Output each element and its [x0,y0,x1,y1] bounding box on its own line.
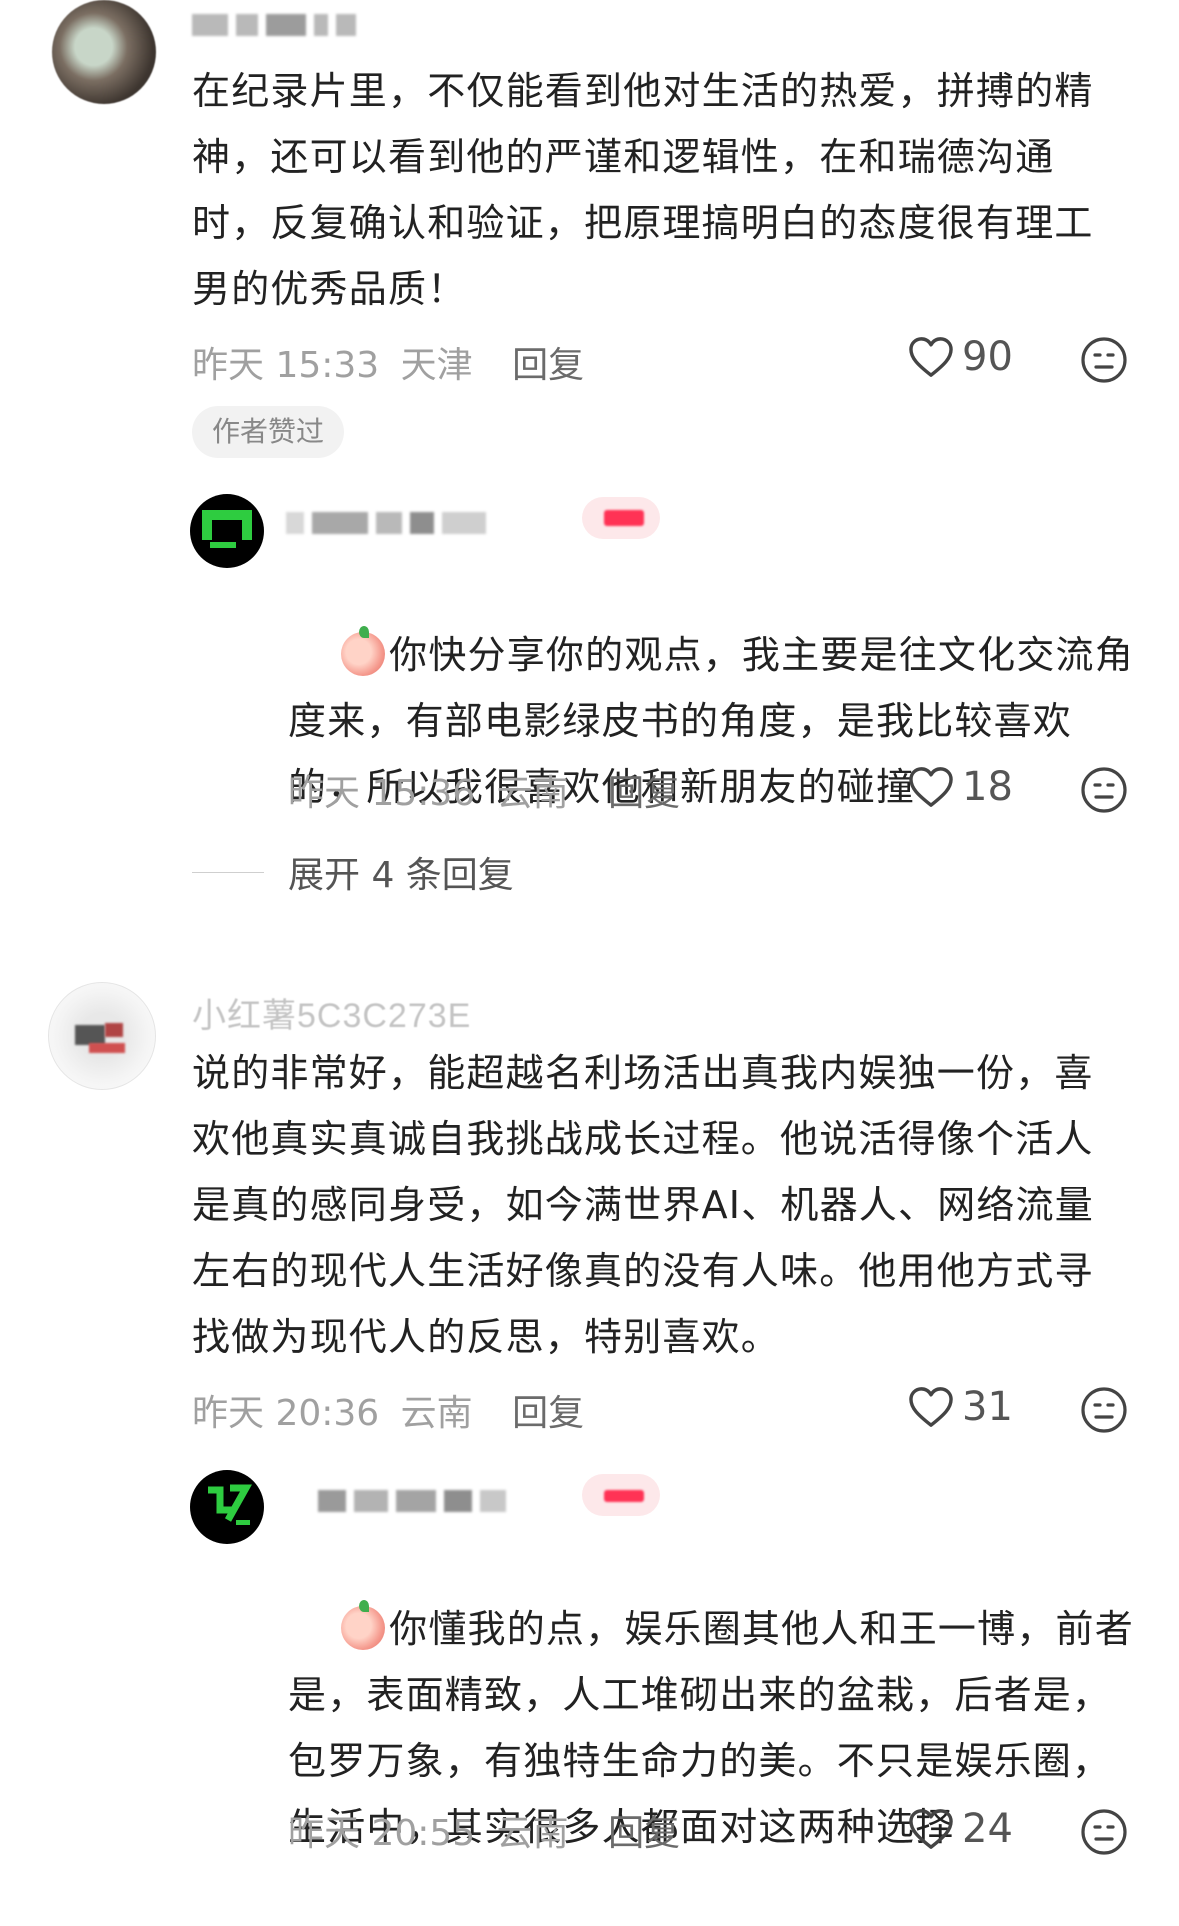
author-avatar-logo [208,1484,252,1525]
heart-outline-icon [909,1387,953,1427]
author-tag [582,497,660,539]
peach-emoji-icon [341,1600,386,1650]
neutral-face-icon[interactable] [1080,1386,1128,1434]
author-nickname-blurred[interactable] [318,1490,514,1512]
comment-meta: 昨天 15:33 天津 回复 [192,336,584,388]
like-count: 31 [962,1384,1013,1430]
comment-time: 昨天 15:33 [192,345,380,386]
expand-replies-button[interactable]: 展开 4 条回复 [192,846,514,898]
like-count: 24 [962,1806,1013,1852]
comment-time: 昨天 20:36 [192,1393,380,1434]
comment-text[interactable]: 说的非常好，能超越名利场活出真我内娱独一份，喜欢他真实真诚自我挑战成长过程。他说… [192,1040,1132,1370]
nickname-blurred[interactable] [192,14,364,36]
reply-location: 云南 [496,773,569,814]
author-avatar[interactable] [190,1470,264,1544]
like-button[interactable]: 90 [908,334,1013,380]
author-avatar[interactable] [190,494,264,568]
like-button[interactable]: 24 [908,1806,1013,1852]
avatar[interactable] [52,0,156,104]
avatar[interactable] [48,982,156,1090]
like-button[interactable]: 31 [908,1384,1013,1430]
expand-replies-label: 展开 4 条回复 [288,855,514,896]
neutral-face-icon[interactable] [1080,766,1128,814]
author-avatar-logo [202,510,252,548]
comment-location: 天津 [400,345,473,386]
comment-location: 云南 [400,1393,473,1434]
comment-1: 在纪录片里，不仅能看到他对生活的热爱，拼搏的精神，还可以看到他的严谨和逻辑性，在… [0,0,1179,814]
divider-line [192,871,264,873]
nickname[interactable]: 小红薯5C3C273E [192,988,471,1037]
reply-button[interactable]: 回复 [512,1393,584,1434]
like-count: 18 [962,764,1013,810]
heart-outline-icon [909,337,953,377]
author-reply-text[interactable]: 你快分享你的观点，我主要是往文化交流角度来，有部电影绿皮书的角度，是我比较喜欢的… [288,556,1134,886]
like-count: 90 [962,334,1013,380]
reply-time: 昨天 15:36 [288,773,476,814]
neutral-face-icon[interactable] [1080,336,1128,384]
like-button[interactable]: 18 [908,764,1013,810]
comment-meta: 昨天 20:36 云南 回复 [192,1384,584,1436]
heart-outline-icon [909,767,953,807]
heart-outline-icon [909,1809,953,1849]
author-reply-text[interactable]: 你懂我的点，娱乐圈其他人和王一博，前者是，表面精致，人工堆砌出来的盆栽，后者是，… [288,1530,1134,1926]
reply-button[interactable]: 回复 [608,773,680,814]
comment-text[interactable]: 在纪录片里，不仅能看到他对生活的热爱，拼搏的精神，还可以看到他的严谨和逻辑性，在… [192,58,1132,322]
author-reply-meta: 昨天 15:36 云南 回复 [288,764,680,816]
peach-emoji-icon [341,626,386,676]
reply-button[interactable]: 回复 [512,345,584,386]
author-nickname-blurred[interactable] [286,512,494,534]
reply-button[interactable]: 回复 [608,1813,680,1854]
neutral-face-icon[interactable] [1080,1808,1128,1856]
author-tag [582,1474,660,1516]
author-liked-badge: 作者赞过 [192,406,345,458]
